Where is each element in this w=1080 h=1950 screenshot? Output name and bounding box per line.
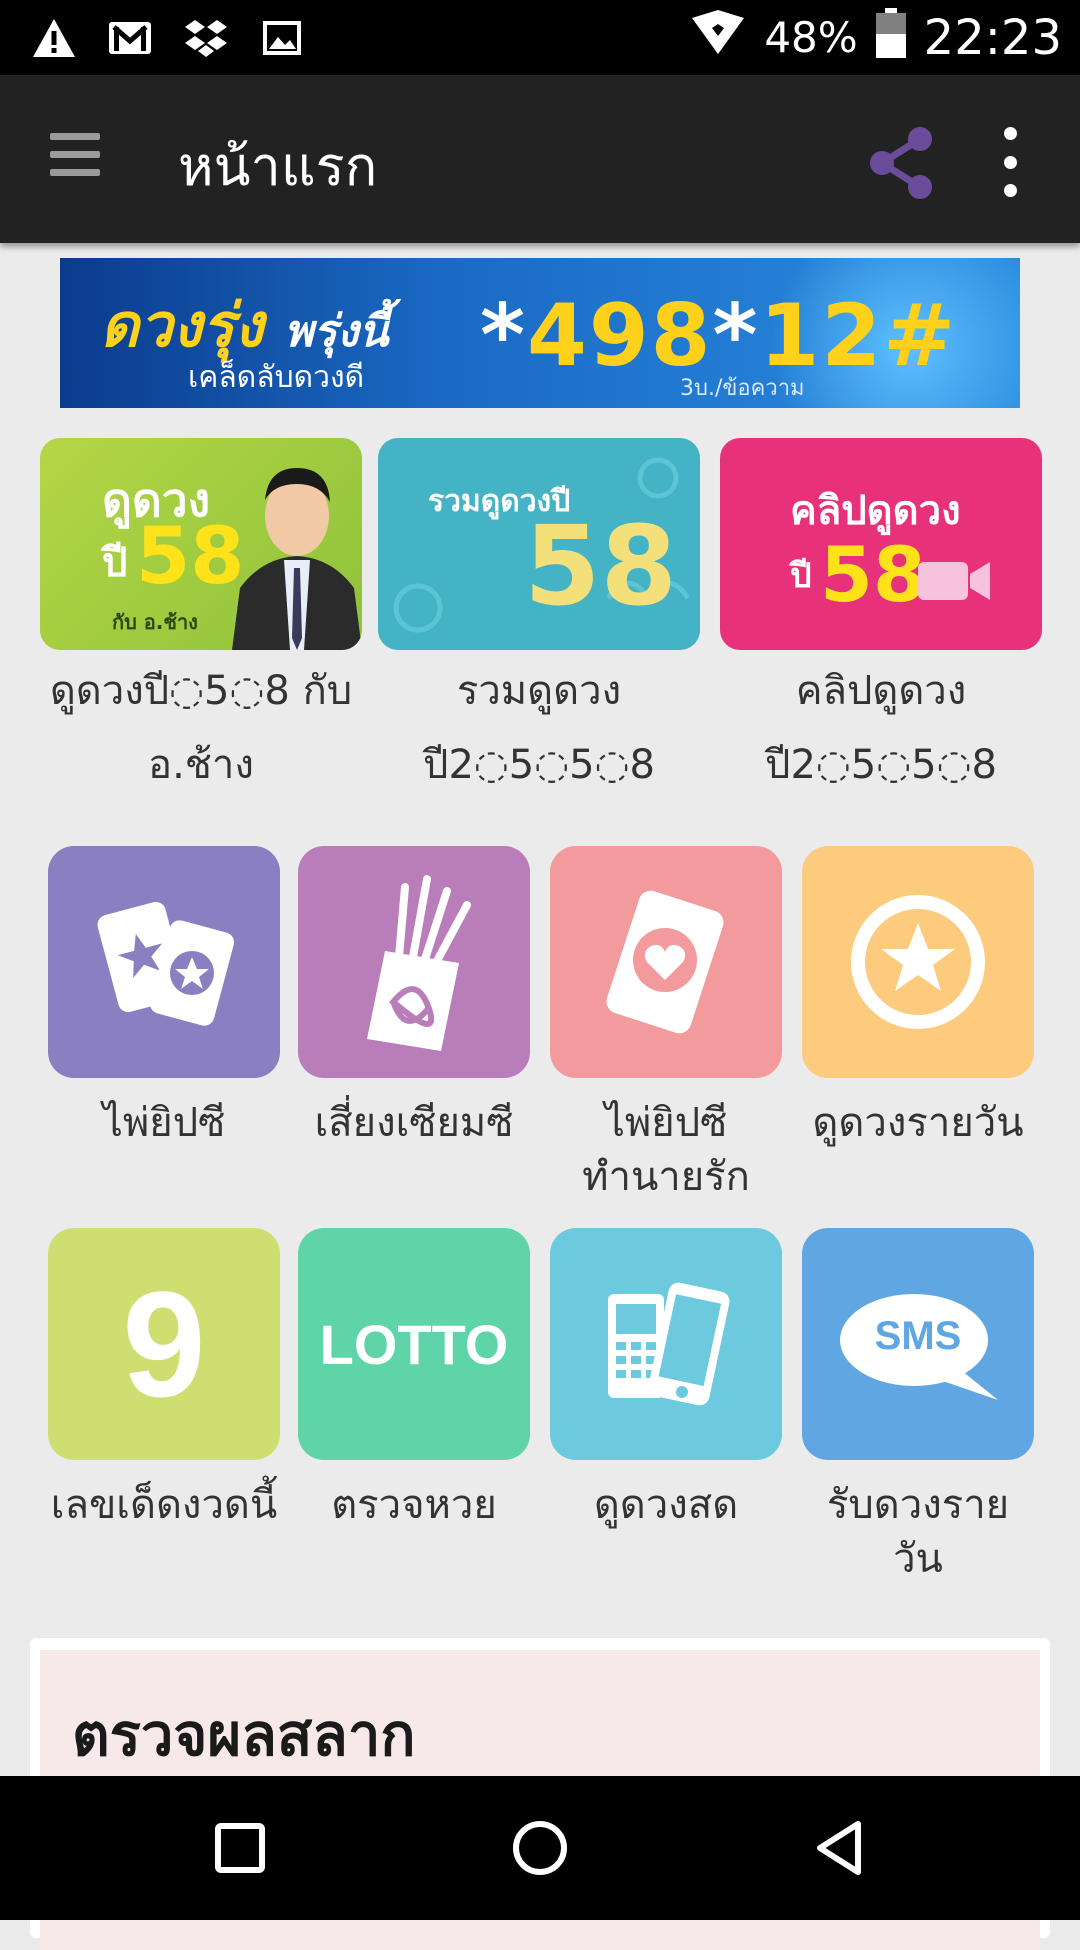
tarot-cards-icon — [48, 846, 280, 1078]
tile-daily-sms[interactable]: SMS รับดวงราย วัน — [802, 1228, 1034, 1586]
featured-horoscope-58[interactable]: ดูดวง ปี 58 กับ อ.ช้าง ดูดวงปี◌5◌8 กับ อ… — [40, 438, 362, 802]
battery-text: 48% — [764, 13, 858, 62]
status-bar: 48% 22:23 — [0, 0, 1080, 75]
share-icon[interactable] — [862, 123, 942, 203]
featured-label-line1: คลิปดูดวง — [795, 668, 967, 714]
tile-label: ดูดวงสด — [593, 1482, 739, 1528]
tile-label: เสี่ยงเซียมซี — [314, 1100, 514, 1146]
featured-label-line1: ดูดวงปี◌5◌8 กับ — [49, 668, 353, 714]
star-icon — [802, 846, 1034, 1078]
fortune-sticks-icon — [298, 846, 530, 1078]
navigation-bar — [0, 1776, 1080, 1920]
number-nine-icon: 9 — [48, 1228, 280, 1460]
sms-icon: SMS — [802, 1228, 1034, 1460]
tile-check-lottery[interactable]: LOTTO ตรวจหวย — [298, 1228, 530, 1532]
person-image — [232, 468, 362, 650]
menu-icon[interactable] — [50, 133, 100, 183]
back-icon[interactable] — [804, 1812, 876, 1884]
featured-label-line2: อ.ช้าง — [148, 742, 254, 788]
warning-icon — [30, 14, 78, 62]
featured-label-line1: รวมดูดวง — [456, 668, 622, 714]
tile-label: รับดวงราย — [826, 1482, 1010, 1528]
banner-subtitle: เคล็ดลับดวงดี — [188, 360, 365, 395]
featured-video-58[interactable]: คลิปดูดวง ปี 58 คลิปดูดวง ปี2◌5◌5◌8 — [720, 438, 1042, 802]
tile-love-tarot[interactable]: ไพ่ยิปซี ทำนายรัก — [550, 846, 782, 1204]
app-bar: หน้าแรก — [0, 75, 1080, 243]
battery-icon — [875, 7, 906, 68]
tile-label: ไพ่ยิปซี — [604, 1100, 728, 1146]
image-icon — [258, 14, 306, 62]
featured-image: คลิปดูดวง ปี 58 — [720, 438, 1042, 650]
tile-tarot[interactable]: ไพ่ยิปซี — [48, 846, 280, 1150]
lotto-icon: LOTTO — [298, 1228, 530, 1460]
wifi-icon — [690, 9, 746, 66]
featured-image: ดูดวง ปี 58 กับ อ.ช้าง — [40, 438, 362, 650]
tile-fortune-sticks[interactable]: เสี่ยงเซียมซี — [298, 846, 530, 1150]
featured-image: รวมดูดวงปี 58 — [378, 438, 700, 650]
banner-price: 3บ./ข้อความ — [680, 376, 805, 401]
phones-icon — [550, 1228, 782, 1460]
promo-banner[interactable]: ดวงรุ่ง พรุ่งนี้ เคล็ดลับดวงดี *498*12# … — [60, 258, 1020, 408]
recents-icon[interactable] — [204, 1812, 276, 1884]
clock: 22:23 — [923, 9, 1062, 66]
more-vert-icon[interactable] — [990, 127, 1030, 197]
tile-live-horoscope[interactable]: ดูดวงสด — [550, 1228, 782, 1532]
tile-label: เลขเด็ดงวดนี้ — [50, 1482, 278, 1528]
love-card-icon — [550, 846, 782, 1078]
dropbox-icon — [182, 14, 230, 62]
video-camera-icon — [918, 562, 990, 600]
featured-label-line2: ปี2◌5◌5◌8 — [765, 742, 997, 788]
page-title: หน้าแรก — [178, 135, 378, 198]
banner-headline-2: พรุ่งนี้ — [284, 306, 389, 357]
tile-label-line2: ทำนายรัก — [582, 1154, 750, 1200]
gmail-icon — [106, 14, 154, 62]
featured-label-line2: ปี2◌5◌5◌8 — [423, 742, 655, 788]
tile-label: ตรวจหวย — [331, 1482, 497, 1528]
tile-label-line2: วัน — [893, 1536, 943, 1582]
featured-collection-58[interactable]: รวมดูดวงปี 58 รวมดูดวง ปี2◌5◌5◌8 — [378, 438, 700, 802]
tile-label: ดูดวงรายวัน — [812, 1100, 1024, 1146]
card-title: ตรวจผลสลาก — [72, 1701, 416, 1769]
home-icon[interactable] — [504, 1812, 576, 1884]
tile-lucky-number[interactable]: 9 เลขเด็ดงวดนี้ — [48, 1228, 280, 1532]
tile-label: ไพ่ยิปซี — [102, 1100, 226, 1146]
banner-headline: ดวงรุ่ง — [100, 291, 264, 361]
tile-daily-horoscope[interactable]: ดูดวงรายวัน — [802, 846, 1034, 1150]
